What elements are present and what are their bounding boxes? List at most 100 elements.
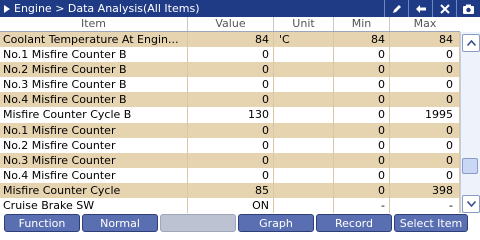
max-cell: 0 [390, 47, 460, 63]
min-cell: 0 [334, 182, 390, 199]
item-cell: No.4 Misfire Counter [0, 167, 188, 183]
header-max[interactable]: Max [390, 17, 460, 31]
value-cell: ON [188, 198, 274, 214]
unit-cell: 'C [274, 32, 334, 48]
value-cell: 84 [188, 32, 274, 48]
record-button[interactable]: Record [316, 214, 392, 232]
table-row[interactable]: No.2 Misfire Counter 0 0 0 [0, 137, 460, 153]
value-cell: 0 [188, 122, 274, 138]
min-cell: 0 [334, 137, 390, 153]
min-cell: 0 [334, 167, 390, 183]
max-cell: 0 [390, 137, 460, 153]
min-cell: 0 [334, 122, 390, 138]
item-cell: Cruise Brake SW [0, 198, 188, 214]
unit-cell [274, 107, 334, 123]
value-cell: 130 [188, 107, 274, 123]
unit-cell [274, 47, 334, 63]
normal-button[interactable]: Normal [82, 214, 158, 232]
graph-button[interactable]: Graph [238, 214, 314, 232]
value-cell: 0 [188, 92, 274, 108]
min-cell: 0 [334, 47, 390, 63]
value-cell: 85 [188, 182, 274, 199]
page-title: Engine > Data Analysis(All Items) [14, 2, 200, 15]
function-toolbar: Function Normal Graph Record Select Item [0, 213, 480, 234]
item-cell: No.3 Misfire Counter [0, 152, 188, 168]
chevron-down-icon [466, 201, 476, 207]
table-row[interactable]: No.2 Misfire Counter B 0 0 0 [0, 62, 460, 78]
min-cell: 84 [334, 32, 390, 48]
max-cell: 0 [390, 77, 460, 93]
value-cell: 0 [188, 167, 274, 183]
min-cell: 0 [334, 62, 390, 78]
max-cell: 84 [390, 32, 460, 48]
min-cell: 0 [334, 152, 390, 168]
unit-cell [274, 77, 334, 93]
header-value[interactable]: Value [188, 17, 274, 31]
max-cell: 398 [390, 182, 460, 199]
unit-cell [274, 122, 334, 138]
close-icon[interactable] [432, 0, 456, 17]
item-cell: Coolant Temperature At Engin... [0, 32, 188, 48]
table-row[interactable]: Misfire Counter Cycle B 130 0 1995 [0, 107, 460, 123]
title-bar: Engine > Data Analysis(All Items) [0, 0, 480, 17]
min-cell: 0 [334, 77, 390, 93]
item-cell: No.2 Misfire Counter [0, 137, 188, 153]
triangle-icon [4, 4, 10, 13]
value-cell: 0 [188, 62, 274, 78]
max-cell: 0 [390, 92, 460, 108]
back-arrow-icon[interactable] [408, 0, 432, 17]
scroll-thumb[interactable] [462, 158, 478, 174]
data-table: Coolant Temperature At Engin... 84 'C 84… [0, 32, 460, 214]
camera-icon[interactable] [456, 0, 480, 17]
item-cell: No.1 Misfire Counter B [0, 47, 188, 63]
table-row[interactable]: No.3 Misfire Counter B 0 0 0 [0, 77, 460, 93]
max-cell: 0 [390, 152, 460, 168]
min-cell: 0 [334, 107, 390, 123]
table-row[interactable]: Coolant Temperature At Engin... 84 'C 84… [0, 32, 460, 48]
item-cell: Misfire Counter Cycle B [0, 107, 188, 123]
scroll-up-button[interactable] [462, 34, 480, 52]
item-cell: No.1 Misfire Counter [0, 122, 188, 138]
table-row[interactable]: Cruise Brake SW ON - - [0, 198, 460, 214]
unit-cell [274, 62, 334, 78]
item-cell: No.4 Misfire Counter B [0, 92, 188, 108]
min-cell: 0 [334, 92, 390, 108]
unit-cell [274, 198, 334, 214]
table-row[interactable]: Misfire Counter Cycle 85 0 398 [0, 182, 460, 199]
max-cell: 0 [390, 167, 460, 183]
title-icons [384, 0, 480, 17]
value-cell: 0 [188, 77, 274, 93]
unit-cell [274, 92, 334, 108]
header-item[interactable]: Item [0, 17, 188, 31]
table-row[interactable]: No.1 Misfire Counter B 0 0 0 [0, 47, 460, 63]
unit-cell [274, 152, 334, 168]
column-header: Item Value Unit Min Max [0, 17, 460, 32]
table-row[interactable]: No.3 Misfire Counter 0 0 0 [0, 152, 460, 168]
min-cell: - [334, 198, 390, 214]
value-cell: 0 [188, 152, 274, 168]
unit-cell [274, 137, 334, 153]
blank-button [160, 214, 236, 232]
chevron-up-icon [466, 40, 476, 46]
item-cell: No.2 Misfire Counter B [0, 62, 188, 78]
unit-cell [274, 167, 334, 183]
item-cell: No.3 Misfire Counter B [0, 77, 188, 93]
scroll-down-button[interactable] [462, 195, 480, 213]
function-button[interactable]: Function [4, 214, 80, 232]
header-min[interactable]: Min [334, 17, 390, 31]
unit-cell [274, 182, 334, 199]
value-cell: 0 [188, 47, 274, 63]
max-cell: 0 [390, 122, 460, 138]
max-cell: - [390, 198, 460, 214]
select-item-button[interactable]: Select Item [394, 214, 468, 232]
item-cell: Misfire Counter Cycle [0, 182, 188, 199]
vertical-scrollbar[interactable] [460, 32, 480, 213]
max-cell: 0 [390, 62, 460, 78]
table-row[interactable]: No.1 Misfire Counter 0 0 0 [0, 122, 460, 138]
table-row[interactable]: No.4 Misfire Counter 0 0 0 [0, 167, 460, 183]
value-cell: 0 [188, 137, 274, 153]
max-cell: 1995 [390, 107, 460, 123]
pen-icon[interactable] [384, 0, 408, 17]
table-row[interactable]: No.4 Misfire Counter B 0 0 0 [0, 92, 460, 108]
header-unit[interactable]: Unit [274, 17, 334, 31]
